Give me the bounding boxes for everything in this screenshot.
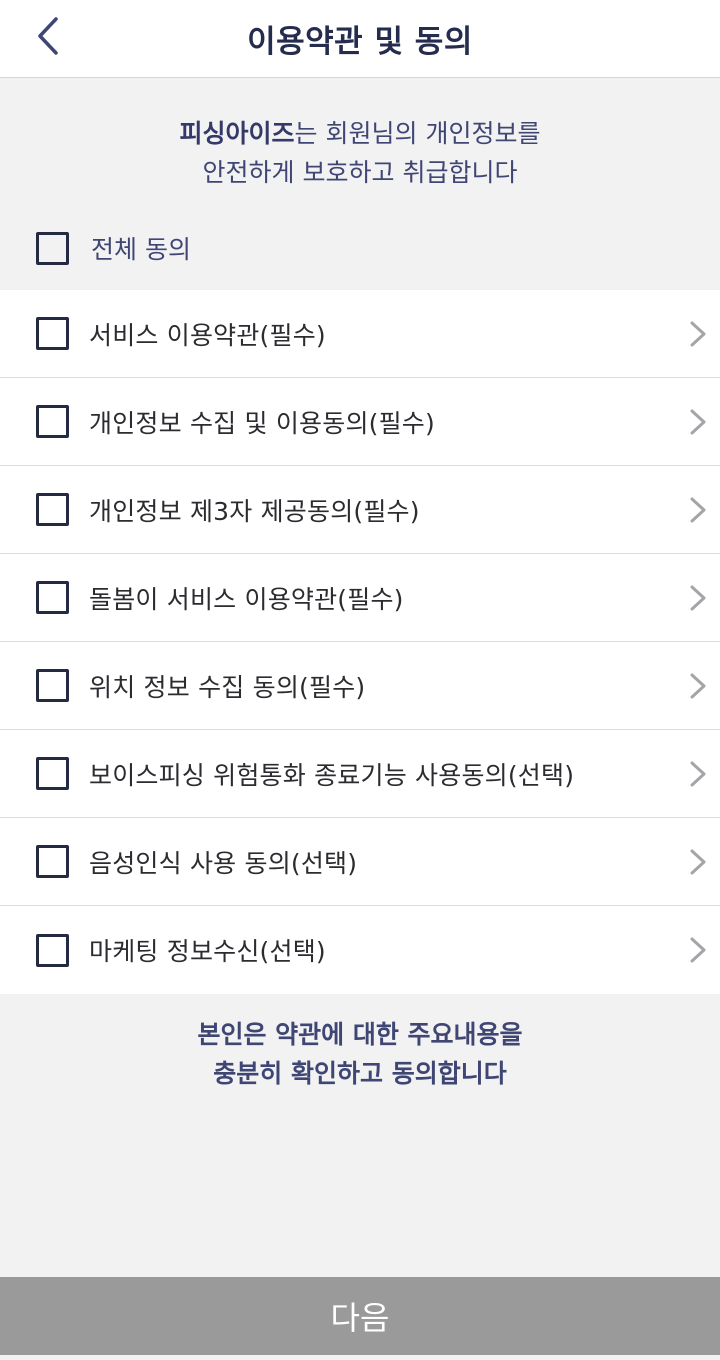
chevron-right-icon[interactable] (688, 760, 708, 788)
chevron-left-icon (38, 17, 58, 55)
term-checkbox[interactable] (36, 757, 69, 790)
term-label: 돌봄이 서비스 이용약관(필수) (89, 584, 404, 614)
statement-line2: 충분히 확인하고 동의합니다 (213, 1059, 507, 1088)
chevron-right-icon[interactable] (688, 936, 708, 964)
chevron-right-icon[interactable] (688, 672, 708, 700)
term-row-privacy-collection[interactable]: 개인정보 수집 및 이용동의(필수) (0, 378, 720, 466)
intro-line2: 안전하게 보호하고 취급합니다 (202, 158, 518, 187)
chevron-right-icon[interactable] (688, 584, 708, 612)
term-checkbox[interactable] (36, 669, 69, 702)
term-label: 마케팅 정보수신(선택) (89, 937, 326, 966)
term-row-voice-recognition[interactable]: 음성인식 사용 동의(선택) (0, 818, 720, 906)
term-label: 음성인식 사용 동의(선택) (89, 848, 358, 878)
bottom-strip (0, 1355, 720, 1360)
term-row-call-termination[interactable]: 보이스피싱 위험통화 종료기능 사용동의(선택) (0, 730, 720, 818)
intro-line1: 는 회원님의 개인정보를 (294, 119, 541, 148)
chevron-right-icon[interactable] (688, 320, 708, 348)
term-label: 보이스피싱 위험통화 종료기능 사용동의(선택) (89, 760, 575, 790)
check-all-checkbox[interactable] (36, 231, 69, 265)
term-label: 서비스 이용약관(필수) (89, 320, 326, 350)
intro-section: 피싱아이즈는 회원님의 개인정보를 안전하게 보호하고 취급합니다 전체 동의 (0, 78, 720, 290)
term-row-marketing[interactable]: 마케팅 정보수신(선택) (0, 906, 720, 994)
term-checkbox[interactable] (36, 581, 69, 614)
term-row-service[interactable]: 서비스 이용약관(필수) (0, 290, 720, 378)
chevron-right-icon[interactable] (688, 408, 708, 436)
intro-text: 피싱아이즈는 회원님의 개인정보를 안전하게 보호하고 취급합니다 (0, 114, 720, 192)
brand-name: 피싱아이즈 (179, 119, 295, 148)
check-all-label: 전체 동의 (91, 235, 191, 264)
app-header: 이용약관 및 동의 (0, 0, 720, 78)
consent-statement: 본인은 약관에 대한 주요내용을 충분히 확인하고 동의합니다 (0, 1015, 720, 1093)
term-label: 개인정보 수집 및 이용동의(필수) (89, 408, 435, 438)
chevron-right-icon[interactable] (688, 848, 708, 876)
term-label: 개인정보 제3자 제공동의(필수) (89, 496, 420, 526)
term-label: 위치 정보 수집 동의(필수) (89, 672, 366, 702)
term-row-third-party[interactable]: 개인정보 제3자 제공동의(필수) (0, 466, 720, 554)
terms-list: 서비스 이용약관(필수) 개인정보 수집 및 이용동의(필수) 개인정보 제3자… (0, 290, 720, 994)
term-checkbox[interactable] (36, 493, 69, 526)
term-row-caregiver-service[interactable]: 돌봄이 서비스 이용약관(필수) (0, 554, 720, 642)
term-row-location[interactable]: 위치 정보 수집 동의(필수) (0, 642, 720, 730)
statement-line1: 본인은 약관에 대한 주요내용을 (197, 1020, 523, 1049)
back-button[interactable] (36, 8, 92, 64)
check-all-row[interactable]: 전체 동의 (36, 228, 191, 268)
term-checkbox[interactable] (36, 845, 69, 878)
term-checkbox[interactable] (36, 933, 69, 967)
term-checkbox[interactable] (36, 405, 69, 438)
next-button[interactable]: 다음 (0, 1277, 720, 1355)
page-title: 이용약관 및 동의 (247, 24, 473, 60)
term-checkbox[interactable] (36, 317, 69, 350)
chevron-right-icon[interactable] (688, 496, 708, 524)
